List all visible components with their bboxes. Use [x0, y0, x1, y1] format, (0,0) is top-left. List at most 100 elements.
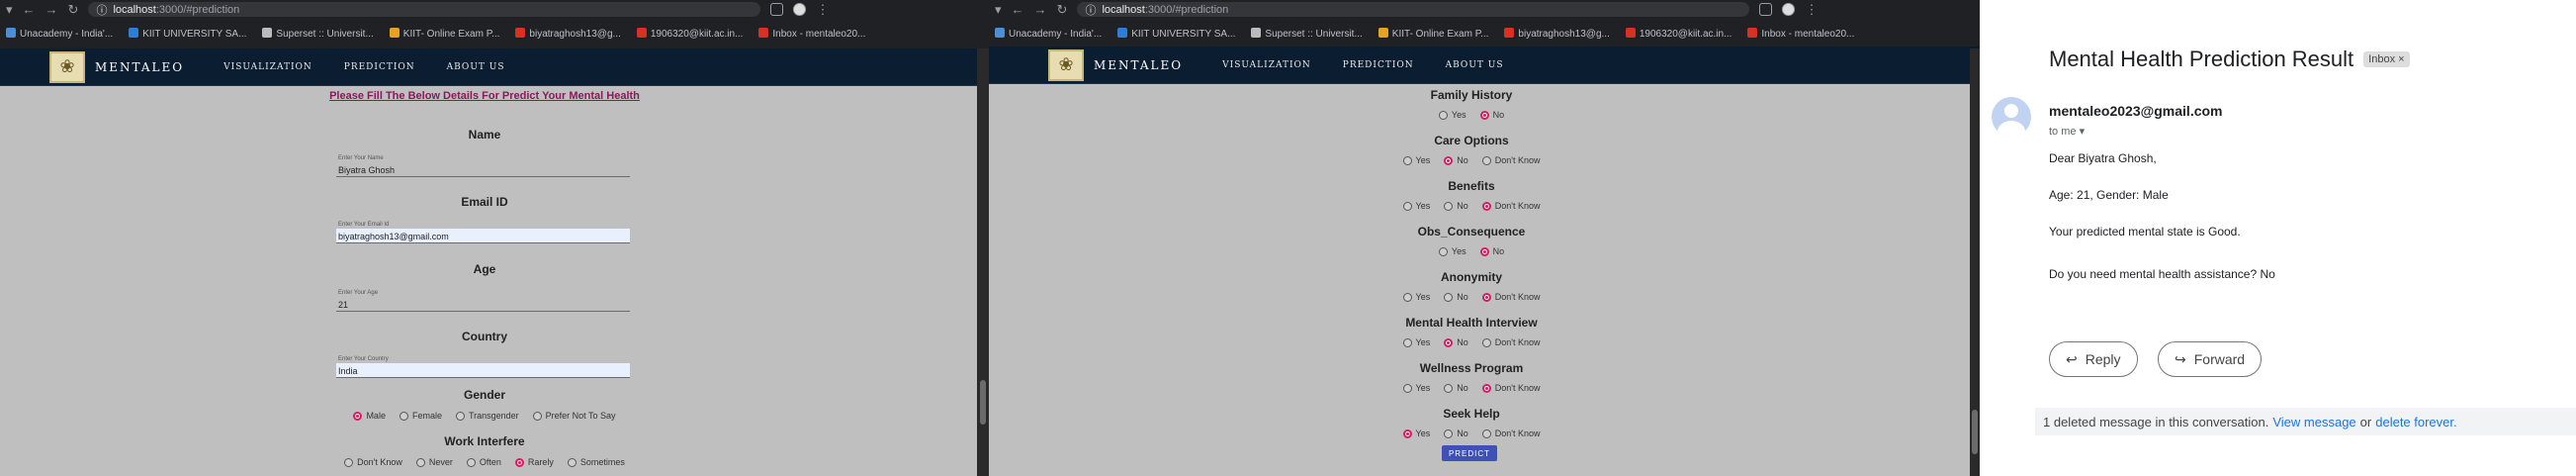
question-option[interactable]: Yes	[1402, 383, 1430, 393]
radio-button[interactable]	[1402, 155, 1412, 165]
question-option[interactable]: Don't Know	[1481, 383, 1540, 393]
scrollbar-thumb[interactable]	[1972, 410, 1978, 454]
sender-email[interactable]: mentaleo2023@gmail.com	[2049, 103, 2223, 119]
email-value[interactable]: biyatraghosh13@gmail.com	[336, 229, 630, 243]
forward-icon[interactable]: →	[45, 2, 58, 17]
delete-forever-link[interactable]: delete forever.	[2375, 415, 2456, 429]
nav-visualization[interactable]: VISUALIZATION	[223, 62, 312, 72]
radio-button[interactable]	[1402, 337, 1412, 347]
question-option[interactable]: Don't Know	[1481, 292, 1540, 302]
question-option[interactable]: No	[1444, 155, 1468, 165]
work-interfere-option[interactable]: Don't Know	[344, 457, 402, 467]
radio-button[interactable]	[1438, 246, 1448, 256]
radio-button[interactable]	[455, 411, 465, 421]
radio-button[interactable]	[1444, 428, 1454, 438]
menu-icon[interactable]: ▾	[6, 2, 13, 18]
radio-button[interactable]	[1481, 201, 1491, 211]
question-option[interactable]: Don't Know	[1481, 155, 1540, 165]
reply-button[interactable]: ↩ Reply	[2049, 341, 2138, 377]
forward-button[interactable]: ↪ Forward	[2158, 341, 2263, 377]
question-option[interactable]: Yes	[1402, 428, 1430, 438]
question-option[interactable]: Yes	[1402, 337, 1430, 347]
radio-button[interactable]	[1438, 110, 1448, 120]
radio-button[interactable]	[1402, 383, 1412, 393]
radio-button[interactable]	[399, 411, 408, 421]
reload-icon[interactable]: ↻	[1057, 2, 1068, 18]
bookmark-item[interactable]: Unacademy - India'...	[6, 28, 113, 40]
radio-button[interactable]	[1481, 155, 1491, 165]
bookmark-item[interactable]: Inbox - mentaleo20...	[758, 28, 865, 40]
bookmark-item[interactable]: biyatraghosh13@g...	[1504, 28, 1610, 40]
more-icon[interactable]: ⋮	[816, 2, 829, 18]
radio-button[interactable]	[344, 457, 354, 467]
bookmark-item[interactable]: KIIT- Online Exam P...	[1377, 28, 1488, 40]
remove-label-icon[interactable]: ×	[2398, 53, 2404, 65]
bookmark-item[interactable]: KIIT UNIVERSITY SA...	[1117, 28, 1235, 40]
radio-button[interactable]	[1481, 428, 1491, 438]
question-option[interactable]: No	[1444, 292, 1468, 302]
radio-button[interactable]	[466, 457, 476, 467]
radio-button[interactable]	[1402, 292, 1412, 302]
nav-prediction[interactable]: PREDICTION	[1343, 60, 1414, 70]
age-value[interactable]: 21	[336, 297, 630, 312]
recipient-dropdown[interactable]: to me ▾	[2049, 125, 2085, 138]
brand-name[interactable]: MENTALEO	[95, 60, 184, 74]
bookmark-item[interactable]: Superset :: Universit...	[262, 28, 374, 40]
menu-icon[interactable]: ▾	[995, 2, 1002, 18]
mentaleo-logo[interactable]: ❀	[1048, 48, 1084, 81]
bookmark-item[interactable]: biyatraghosh13@g...	[515, 28, 621, 40]
age-field[interactable]: Enter Your Age 21	[336, 290, 630, 314]
sender-avatar[interactable]	[1992, 97, 2031, 137]
radio-button[interactable]	[1444, 155, 1454, 165]
question-option[interactable]: No	[1479, 110, 1504, 120]
reload-icon[interactable]: ↻	[68, 2, 79, 18]
email-field[interactable]: Enter Your Email Id biyatraghosh13@gmail…	[336, 222, 630, 245]
nav-about-us[interactable]: ABOUT US	[447, 62, 505, 72]
mentaleo-logo[interactable]: ❀	[49, 50, 85, 83]
view-message-link[interactable]: View message	[2272, 415, 2355, 429]
profile-icon[interactable]	[1782, 3, 1796, 16]
nav-prediction[interactable]: PREDICTION	[344, 62, 415, 72]
page-scrollbar[interactable]	[1970, 48, 1980, 476]
radio-button[interactable]	[514, 457, 524, 467]
work-interfere-option[interactable]: Often	[466, 457, 501, 467]
radio-button[interactable]	[567, 457, 577, 467]
brand-name[interactable]: MENTALEO	[1094, 58, 1183, 72]
question-option[interactable]: No	[1479, 246, 1504, 256]
more-icon[interactable]: ⋮	[1805, 2, 1818, 18]
scrollbar-thumb[interactable]	[980, 380, 986, 425]
forward-icon[interactable]: →	[1034, 2, 1047, 17]
predict-button[interactable]: PREDICT	[1442, 445, 1497, 461]
bookmark-item[interactable]: Unacademy - India'...	[995, 28, 1102, 40]
work-interfere-option[interactable]: Rarely	[514, 457, 554, 467]
radio-button[interactable]	[1444, 201, 1454, 211]
back-icon[interactable]: ←	[1012, 2, 1024, 17]
question-option[interactable]: Yes	[1438, 246, 1466, 256]
page-scrollbar[interactable]	[977, 48, 989, 476]
back-icon[interactable]: ←	[23, 2, 36, 17]
extension-icon[interactable]	[1759, 3, 1773, 16]
bookmark-item[interactable]: 1906320@kiit.ac.in...	[636, 28, 743, 40]
radio-button[interactable]	[1481, 337, 1491, 347]
question-option[interactable]: No	[1444, 337, 1468, 347]
country-value[interactable]: India	[336, 363, 630, 378]
inbox-label[interactable]: Inbox ×	[2363, 51, 2410, 67]
gender-option[interactable]: Prefer Not To Say	[532, 411, 616, 421]
radio-button[interactable]	[1402, 201, 1412, 211]
radio-button[interactable]	[1481, 383, 1491, 393]
radio-button[interactable]	[1444, 292, 1454, 302]
bookmark-item[interactable]: Inbox - mentaleo20...	[1747, 28, 1854, 40]
question-option[interactable]: Yes	[1402, 155, 1430, 165]
bookmark-item[interactable]: Superset :: Universit...	[1251, 28, 1363, 40]
radio-button[interactable]	[353, 411, 363, 421]
radio-button[interactable]	[1444, 383, 1454, 393]
radio-button[interactable]	[1444, 337, 1454, 347]
bookmark-item[interactable]: KIIT UNIVERSITY SA...	[129, 28, 246, 40]
gender-option[interactable]: Transgender	[455, 411, 519, 421]
name-field[interactable]: Enter Your Name Biyatra Ghosh	[336, 155, 630, 179]
question-option[interactable]: No	[1444, 428, 1468, 438]
radio-button[interactable]	[532, 411, 542, 421]
work-interfere-option[interactable]: Never	[415, 457, 453, 467]
name-value[interactable]: Biyatra Ghosh	[336, 162, 630, 177]
profile-icon[interactable]	[793, 3, 807, 16]
